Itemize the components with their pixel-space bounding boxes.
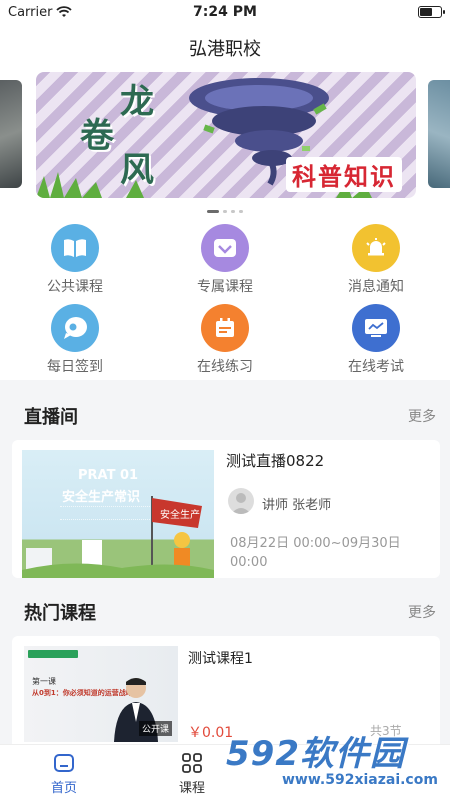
site-watermark: 592软件园 www.592xiazai.com — [220, 726, 450, 800]
monitor-icon — [352, 304, 400, 352]
banner-slide[interactable]: 龙 卷 风 科普知识 — [36, 72, 416, 198]
course-title: 测试课程1 — [188, 651, 253, 667]
banner-prev-slide[interactable] — [0, 80, 22, 188]
menu-label: 专属课程 — [197, 279, 253, 295]
battery-icon — [418, 6, 445, 18]
grid-icon — [182, 753, 202, 773]
carousel-dot — [223, 210, 227, 213]
live-more-link[interactable]: 更多 — [408, 406, 436, 426]
carousel-dot-active — [207, 210, 219, 213]
carousel-dot — [231, 210, 235, 213]
hot-more-link[interactable]: 更多 — [408, 602, 436, 622]
menu-label: 在线练习 — [197, 359, 253, 375]
building-illustration — [22, 540, 214, 578]
banner-caption: 科普知识 — [286, 157, 402, 192]
status-bar: Carrier 7:24 PM — [0, 0, 450, 24]
banner-next-slide[interactable] — [428, 80, 450, 188]
menu-item-online-practice[interactable]: 在线练习 — [165, 304, 285, 376]
book-icon — [51, 224, 99, 272]
banner-carousel[interactable]: 龙 卷 风 科普知识 — [0, 72, 450, 218]
menu-label: 公共课程 — [47, 279, 103, 295]
menu-item-notifications[interactable]: 消息通知 — [316, 224, 436, 296]
menu-label: 在线考试 — [348, 359, 404, 375]
course-thumbnail: 第一课 从0到1：你必须知道的运营战略 公开课 — [24, 646, 178, 742]
carousel-indicator — [0, 210, 450, 213]
avatar — [228, 488, 254, 514]
home-icon — [54, 754, 74, 772]
teacher-name: 讲师 张老师 — [262, 498, 332, 513]
course-logo — [28, 650, 78, 658]
live-date: 08月22日 00:00~09月30日 00:00 — [230, 536, 401, 570]
tab-label: 首页 — [50, 781, 77, 796]
feature-menu: 公共课程 专属课程 消息通知 每日签到 在线练习 在线考试 — [0, 218, 450, 380]
calendar-icon — [201, 304, 249, 352]
chat-icon — [51, 304, 99, 352]
thumb-open-badge: 公开课 — [138, 721, 172, 736]
tab-home[interactable]: 首页 — [0, 745, 128, 800]
banner-char-1: 龙 — [120, 82, 154, 122]
live-title: 测试直播0822 — [226, 452, 325, 470]
status-time: 7:24 PM — [193, 4, 257, 20]
flag-text: 安全生产 — [160, 508, 200, 521]
menu-label: 消息通知 — [348, 279, 404, 295]
live-card[interactable]: PRAT 01 安全生产常识 安全生产 测试直播0822 讲师 张老师 08月2… — [12, 440, 440, 578]
watermark-url: www.592xiazai.com — [282, 772, 438, 788]
section-title: 直播间 — [24, 407, 78, 428]
menu-item-public-courses[interactable]: 公共课程 — [15, 224, 135, 296]
menu-item-exclusive-courses[interactable]: 专属课程 — [165, 224, 285, 296]
thumb-lesson: 第一课 — [32, 677, 56, 686]
live-section-header: 直播间 更多 — [0, 394, 450, 438]
live-thumbnail: PRAT 01 安全生产常识 安全生产 — [22, 450, 214, 578]
thumb-subtitle: 安全生产常识 — [62, 490, 141, 505]
hot-section-header: 热门课程 更多 — [0, 590, 450, 634]
diamond-icon — [201, 224, 249, 272]
menu-item-online-exam[interactable]: 在线考试 — [316, 304, 436, 376]
banner-char-2: 卷 — [80, 116, 114, 156]
menu-item-daily-checkin[interactable]: 每日签到 — [15, 304, 135, 376]
page-title: 弘港职校 — [0, 24, 450, 72]
section-title: 热门课程 — [24, 603, 96, 624]
tab-label: 课程 — [178, 781, 205, 796]
bell-icon — [352, 224, 400, 272]
thumb-title: PRAT 01 — [78, 468, 139, 483]
carousel-dot — [239, 210, 243, 213]
menu-label: 每日签到 — [47, 359, 103, 375]
watermark-logo: 592软件园 — [226, 734, 405, 774]
